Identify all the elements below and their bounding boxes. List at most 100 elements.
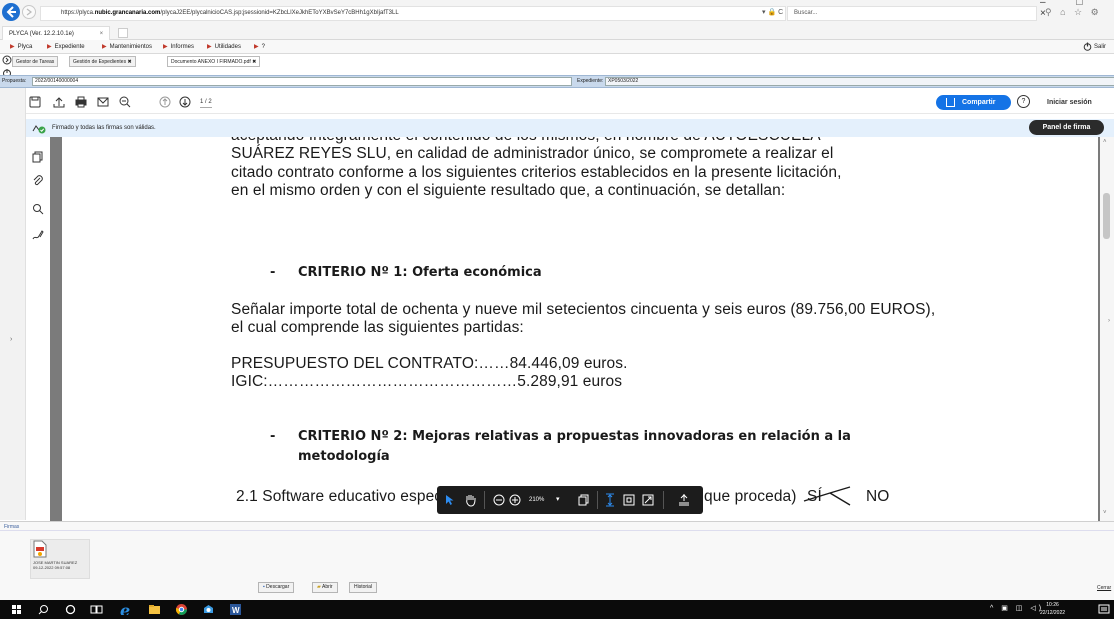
power-icon <box>1083 42 1092 51</box>
chevron-right-icon[interactable]: › <box>1108 318 1110 324</box>
zoom-out-icon[interactable] <box>118 95 132 109</box>
close-link[interactable]: Cerrar <box>1097 585 1111 591</box>
fit-page-icon[interactable] <box>623 494 635 506</box>
menu-item-mantenimientos[interactable]: ▶ Mantenimientos <box>102 40 152 54</box>
proposal-field[interactable]: 2022/00140000004 <box>32 77 572 86</box>
fullscreen-icon[interactable] <box>642 494 654 506</box>
search-input[interactable]: Buscar... <box>787 6 1037 21</box>
windows-start-icon[interactable] <box>10 603 23 616</box>
expediente-field[interactable]: XP0503/2022 <box>605 77 1114 86</box>
zoom-level[interactable]: 210% <box>529 493 544 507</box>
new-tab-button[interactable] <box>118 28 128 38</box>
forward-button[interactable] <box>22 5 36 19</box>
print-icon[interactable] <box>74 95 88 109</box>
mail-icon[interactable] <box>96 95 110 109</box>
pdf-page: aceptando íntegramente el contenido de l… <box>62 137 1098 521</box>
signature-date: 09-12-2022 09:57:08 <box>33 565 71 570</box>
menu-item-label: Plyca <box>17 44 33 50</box>
criterion-2-heading: metodología <box>298 449 390 464</box>
menu-item-label: Expediente <box>54 44 85 50</box>
criterion-1-heading: CRITERIO Nº 1: Oferta económica <box>298 265 542 280</box>
zoom-out-icon[interactable] <box>493 494 505 506</box>
menu-item-label: Mantenimientos <box>109 44 152 50</box>
back-button[interactable] <box>2 3 20 21</box>
scroll-thumb[interactable] <box>1103 193 1110 239</box>
help-icon[interactable]: ? <box>1017 95 1030 108</box>
internet-explorer-icon[interactable]: e <box>118 602 131 615</box>
svg-text:W: W <box>232 606 240 615</box>
signatures-panel: Firmas JOSE MARTIN SUAREZ 09-12-2022 09:… <box>0 521 1114 600</box>
chevron-down-icon[interactable]: ˅ <box>1103 510 1107 516</box>
upload-icon[interactable] <box>52 95 66 109</box>
fit-height-icon[interactable] <box>604 493 616 507</box>
cortana-icon[interactable] <box>64 603 77 616</box>
tab-documento-anexo[interactable]: Documento ANEXO I FIRMADO.pdf ✖ <box>167 56 261 67</box>
chrome-icon[interactable] <box>175 603 188 616</box>
exit-label: Salir <box>1094 44 1107 51</box>
menu-item-label: Informes <box>170 44 194 50</box>
task-view-icon[interactable] <box>90 603 103 616</box>
pages-icon[interactable] <box>32 151 44 163</box>
system-tray-icons[interactable]: ^ ▣ ◫ ◁) <box>990 604 1044 612</box>
download-icon[interactable] <box>677 493 691 507</box>
attachment-icon[interactable] <box>32 175 44 187</box>
chevron-down-icon[interactable]: ▾ <box>556 493 560 507</box>
open-button[interactable]: ▰ Abrir <box>312 582 338 593</box>
exit-button[interactable]: Salir <box>1083 42 1106 52</box>
triangle-right-icon: ▶ <box>207 44 212 50</box>
pdf-toolbar: 1 / 2 Compartir ? Iniciar sesión <box>26 92 1114 114</box>
share-button[interactable]: Compartir <box>936 95 1011 110</box>
zoom-in-icon[interactable] <box>509 494 521 506</box>
app-icon[interactable] <box>202 603 215 616</box>
search-icon[interactable] <box>32 203 44 215</box>
arrow-down-icon[interactable] <box>178 95 192 109</box>
chevron-right-icon[interactable]: › <box>10 336 12 343</box>
divider <box>0 530 1114 531</box>
tab-gestion-de-expedientes[interactable]: Gestión de Expedientes ✖ <box>69 56 136 67</box>
proposal-label: Propuesta: <box>2 78 27 84</box>
menu-item-plyca[interactable]: ▶ Plyca <box>10 40 32 54</box>
page-indicator[interactable]: 1 / 2 <box>200 96 212 108</box>
search-icon[interactable] <box>37 603 50 616</box>
menu-item-expediente[interactable]: ▶ Expediente <box>47 40 85 54</box>
menu-item-help[interactable]: ▶? <box>254 40 265 54</box>
signed-document-icon <box>33 540 47 558</box>
download-button[interactable]: ▪ Descargar <box>258 582 295 593</box>
hand-icon[interactable] <box>464 493 477 507</box>
triangle-right-icon: ▶ <box>47 44 52 50</box>
cursor-icon[interactable] <box>445 494 455 506</box>
arrow-up-icon[interactable] <box>158 95 172 109</box>
pdf-document-viewport[interactable]: aceptando íntegramente el contenido de l… <box>50 137 1100 521</box>
download-label: Descargar <box>266 584 290 590</box>
address-controls[interactable]: ▾ 🔒 C <box>762 6 783 19</box>
notifications-icon[interactable] <box>1098 604 1111 617</box>
app-menu: ▶ Plyca ▶ Expediente ▶ Mantenimientos ▶ Info… <box>0 40 1114 54</box>
folder-icon: ▰ <box>317 584 321 590</box>
sign-pen-icon[interactable] <box>32 229 44 241</box>
save-icon[interactable] <box>28 95 42 109</box>
chevron-up-icon[interactable]: ˄ <box>1103 139 1107 145</box>
browser-tab[interactable]: PLYCA (Ver. 12.2.10.1e) × <box>2 26 111 40</box>
window-controls[interactable]: – □ × <box>1040 0 1114 19</box>
file-explorer-icon[interactable] <box>148 603 161 616</box>
signature-panel-button[interactable]: Panel de firma <box>1029 120 1104 135</box>
expediente-label: Expediente: <box>577 78 604 84</box>
close-icon[interactable]: × <box>100 31 104 37</box>
vertical-scrollbar[interactable]: ˄ ˅ <box>1100 137 1114 521</box>
signature-check-icon <box>32 125 46 134</box>
collapsed-side-panel[interactable]: › <box>0 88 26 520</box>
word-icon[interactable]: W <box>229 603 242 616</box>
address-bar[interactable]: https://plyca.nubic.grancanaria.com/plyc… <box>40 6 786 21</box>
history-button[interactable]: Historial <box>349 582 378 593</box>
pages-icon[interactable] <box>578 494 590 506</box>
offer-text: Señalar importe total de ochenta y nueve… <box>231 301 936 318</box>
circle-arrow-icon[interactable] <box>2 55 12 65</box>
tab-gestor-de-tareas[interactable]: Gestor de Tareas <box>12 56 59 67</box>
triangle-right-icon: ▶ <box>102 44 107 50</box>
triangle-right-icon: ▶ <box>10 44 15 50</box>
clock[interactable]: 10:26 22/12/2022 <box>1040 601 1065 617</box>
clock-date: 22/12/2022 <box>1040 610 1066 616</box>
menu-item-informes[interactable]: ▶ Informes <box>163 40 194 54</box>
menu-item-utilidades[interactable]: ▶ Utilidades <box>207 40 241 54</box>
login-link[interactable]: Iniciar sesión <box>1047 95 1092 110</box>
